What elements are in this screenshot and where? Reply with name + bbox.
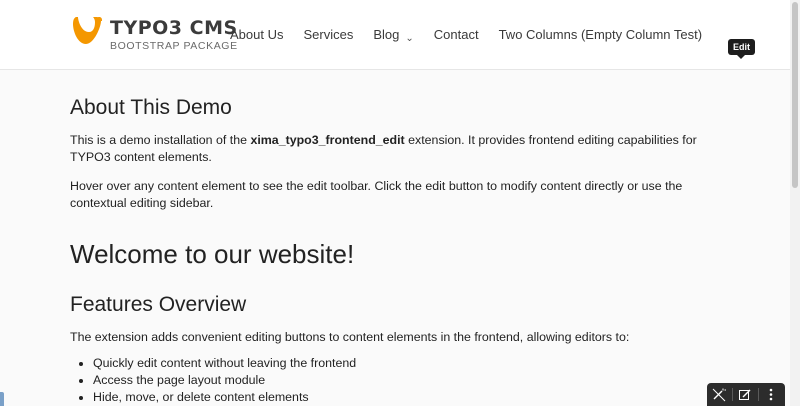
- left-edge-accent: [0, 392, 4, 406]
- typo3-logo-icon: [73, 17, 102, 44]
- nav-item-services[interactable]: Services: [303, 27, 353, 42]
- chevron-down-icon: ⌄: [405, 33, 414, 44]
- toolbar-divider: [758, 388, 759, 401]
- edit-tooltip: Edit: [728, 39, 755, 59]
- nav-item-blog-label: Blog: [373, 27, 400, 42]
- more-options-button[interactable]: [762, 386, 780, 403]
- about-heading: About This Demo: [70, 96, 232, 119]
- magic-wand-off-button[interactable]: [710, 386, 728, 403]
- edit-icon: [739, 389, 751, 400]
- edit-button[interactable]: [736, 386, 754, 403]
- scrollbar-thumb[interactable]: [792, 2, 798, 188]
- nav-item-about-us[interactable]: About Us: [230, 27, 283, 42]
- typo3-logo[interactable]: TYPO3 CMS BOOTSTRAP PACKAGE: [70, 16, 237, 56]
- frontend-edit-toolbar: [707, 383, 785, 406]
- features-intro: The extension adds convenient editing bu…: [70, 330, 630, 344]
- features-list: Quickly edit content without leaving the…: [93, 355, 356, 406]
- magic-wand-off-icon: [712, 388, 726, 402]
- brand-title: TYPO3 CMS: [110, 17, 238, 39]
- list-item: Hide, move, or delete content elements: [93, 389, 356, 406]
- more-vertical-icon: [769, 388, 773, 401]
- about-p1-before: This is a demo installation of the: [70, 133, 251, 147]
- nav-item-contact[interactable]: Contact: [434, 27, 479, 42]
- list-item: Access the page layout module: [93, 372, 356, 389]
- toolbar-divider: [732, 388, 733, 401]
- extension-name: xima_typo3_frontend_edit: [250, 133, 405, 147]
- about-paragraph-1: This is a demo installation of the xima_…: [70, 132, 730, 166]
- main-content: About This Demo This is a demo installat…: [70, 96, 730, 346]
- scrollbar[interactable]: [790, 0, 800, 406]
- features-heading: Features Overview: [70, 293, 247, 316]
- list-item: Quickly edit content without leaving the…: [93, 355, 356, 372]
- nav-item-blog[interactable]: Blog ⌄: [373, 27, 414, 44]
- about-paragraph-2: Hover over any content element to see th…: [70, 179, 683, 210]
- site-header: TYPO3 CMS BOOTSTRAP PACKAGE About Us Ser…: [0, 0, 800, 70]
- brand-subtitle: BOOTSTRAP PACKAGE: [110, 40, 238, 52]
- nav-item-two-columns[interactable]: Two Columns (Empty Column Test): [499, 27, 703, 42]
- welcome-heading: Welcome to our website!: [70, 239, 355, 269]
- main-nav: About Us Services Blog ⌄ Contact Two Colu…: [230, 27, 703, 44]
